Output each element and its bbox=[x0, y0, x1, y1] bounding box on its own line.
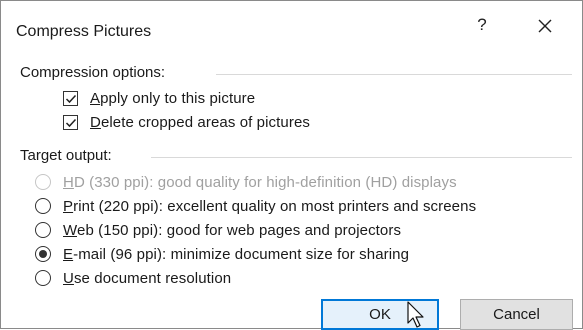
radio-print-220ppi[interactable]: Print (220 ppi): excellent quality on mo… bbox=[35, 195, 476, 217]
apply-only-this-picture-label: Apply only to this picture bbox=[90, 89, 256, 107]
radio-button[interactable] bbox=[35, 222, 51, 238]
group-divider bbox=[216, 74, 572, 75]
radio-button[interactable] bbox=[35, 174, 51, 190]
compression-options-label: Compression options: bbox=[20, 64, 166, 81]
radio-button[interactable] bbox=[35, 198, 51, 214]
close-icon bbox=[538, 19, 552, 33]
radio-hd-330ppi[interactable]: HD (330 ppi): good quality for high-defi… bbox=[35, 171, 457, 193]
dialog-title: Compress Pictures bbox=[16, 23, 152, 40]
check-icon bbox=[65, 94, 77, 103]
close-button[interactable] bbox=[533, 14, 557, 38]
mouse-pointer-icon bbox=[407, 301, 424, 328]
radio-button[interactable] bbox=[35, 270, 51, 286]
radio-web-150ppi[interactable]: Web (150 ppi): good for web pages and pr… bbox=[35, 219, 401, 241]
apply-only-this-picture-checkbox[interactable]: Apply only to this picture bbox=[63, 87, 255, 109]
radio-web-label: Web (150 ppi): good for web pages and pr… bbox=[63, 221, 402, 239]
radio-hd-label: HD (330 ppi): good quality for high-defi… bbox=[63, 173, 457, 191]
checkbox-box[interactable] bbox=[63, 114, 78, 130]
radio-document-resolution-label: Use document resolution bbox=[63, 269, 232, 287]
compress-pictures-dialog: Compress Pictures ? Compression options:… bbox=[0, 0, 583, 330]
checkbox-box[interactable] bbox=[63, 90, 78, 106]
radio-button-selected[interactable] bbox=[35, 246, 51, 262]
delete-cropped-areas-checkbox[interactable]: Delete cropped areas of pictures bbox=[63, 111, 310, 133]
check-icon bbox=[65, 118, 77, 127]
radio-print-label: Print (220 ppi): excellent quality on mo… bbox=[63, 197, 477, 215]
help-button[interactable]: ? bbox=[470, 13, 494, 37]
delete-cropped-areas-label: Delete cropped areas of pictures bbox=[90, 113, 310, 131]
cancel-button[interactable]: Cancel bbox=[460, 299, 573, 330]
radio-email-label: E-mail (96 ppi): minimize document size … bbox=[63, 245, 410, 263]
target-output-label: Target output: bbox=[20, 147, 112, 164]
radio-email-96ppi[interactable]: E-mail (96 ppi): minimize document size … bbox=[35, 243, 409, 265]
radio-document-resolution[interactable]: Use document resolution bbox=[35, 267, 231, 289]
group-divider bbox=[151, 157, 572, 158]
title-bar: Compress Pictures ? bbox=[1, 1, 582, 45]
